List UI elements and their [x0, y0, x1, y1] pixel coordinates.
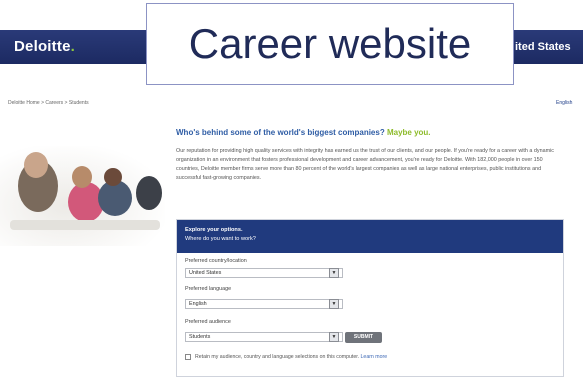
- deloitte-logo[interactable]: Deloitte.: [14, 38, 75, 55]
- person-figure: [136, 176, 162, 210]
- country-field-label: Preferred country/location: [185, 258, 247, 264]
- person-figure: [24, 152, 48, 178]
- overlay-caption: Career website: [146, 3, 514, 85]
- chevron-down-icon[interactable]: ▼: [329, 268, 339, 278]
- table-surface: [10, 220, 160, 230]
- panel-subtitle: Where do you want to work?: [185, 236, 256, 242]
- breadcrumb[interactable]: Deloitte Home > Careers > Students: [8, 100, 89, 106]
- headline-text: Who's behind some of the world's biggest…: [176, 128, 385, 137]
- language-select[interactable]: English: [185, 299, 343, 309]
- person-figure: [104, 168, 122, 186]
- explore-options-panel: Explore your options. Where do you want …: [176, 219, 564, 377]
- language-field-label: Preferred language: [185, 286, 232, 292]
- intro-paragraph: Our reputation for providing high qualit…: [176, 148, 554, 181]
- language-link[interactable]: English: [556, 100, 572, 106]
- submit-button[interactable]: SUBMIT: [345, 332, 382, 343]
- audience-field-label: Preferred audience: [185, 319, 231, 325]
- logo-text: Deloitte: [14, 38, 71, 55]
- page-headline: Who's behind some of the world's biggest…: [176, 128, 431, 137]
- people-photo: [0, 146, 165, 246]
- person-figure: [72, 166, 92, 188]
- learn-more-link[interactable]: Learn more: [361, 354, 388, 360]
- retain-text: Retain my audience, country and language…: [195, 354, 360, 360]
- chevron-down-icon[interactable]: ▼: [329, 332, 339, 342]
- panel-title: Explore your options.: [185, 227, 243, 233]
- country-label: ited States: [515, 41, 571, 53]
- headline-accent: Maybe you.: [386, 128, 431, 137]
- logo-dot: .: [70, 38, 75, 55]
- retain-selections-checkbox[interactable]: [185, 354, 191, 360]
- country-select[interactable]: United States: [185, 268, 343, 278]
- audience-select[interactable]: Students: [185, 332, 343, 342]
- chevron-down-icon[interactable]: ▼: [329, 299, 339, 309]
- panel-header: Explore your options. Where do you want …: [177, 220, 563, 253]
- retain-selections-label: Retain my audience, country and language…: [195, 354, 387, 360]
